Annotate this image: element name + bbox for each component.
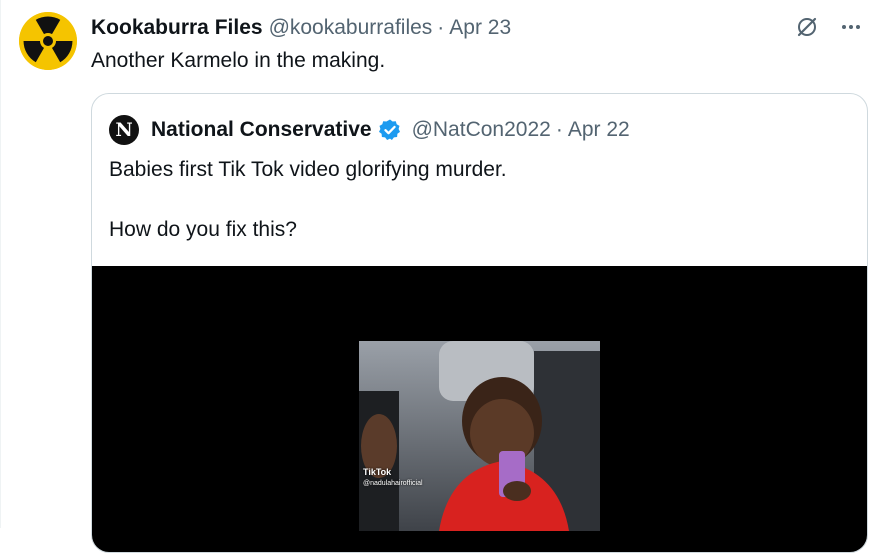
tweet-actions xyxy=(792,12,866,42)
quoted-text-line-1: Babies first Tik Tok video glorifying mu… xyxy=(109,158,507,181)
radiation-icon xyxy=(19,12,77,70)
tweet-date[interactable]: Apr 23 xyxy=(449,16,511,40)
author-handle[interactable]: @kookaburrafiles xyxy=(269,16,433,40)
grok-button[interactable] xyxy=(792,12,822,42)
more-icon xyxy=(842,25,860,29)
video-frame-image xyxy=(359,341,600,531)
tiktok-watermark-label: TikTok xyxy=(363,467,392,477)
avatar[interactable] xyxy=(19,12,77,70)
separator-dot: · xyxy=(437,16,445,39)
quoted-tweet[interactable]: N National Conservative @NatCon2022 · Ap… xyxy=(91,93,868,553)
author-name[interactable]: Kookaburra Files xyxy=(91,16,263,40)
verified-icon xyxy=(378,119,400,140)
tiktok-watermark-handle: @nadulahairofficial xyxy=(363,480,423,487)
quoted-avatar[interactable]: N xyxy=(109,115,139,145)
quoted-header: National Conservative @NatCon2022 · Apr … xyxy=(151,116,630,144)
video-thumbnail[interactable]: TikTok @nadulahairofficial xyxy=(359,341,600,531)
quoted-date[interactable]: Apr 22 xyxy=(568,118,630,142)
tweet-header: Kookaburra Files @kookaburrafiles · Apr … xyxy=(91,14,511,42)
video-player[interactable]: TikTok @nadulahairofficial xyxy=(92,266,867,552)
tiktok-watermark: TikTok @nadulahairofficial xyxy=(363,467,423,489)
verified-badge xyxy=(378,118,402,142)
quoted-text-line-2: How do you fix this? xyxy=(109,218,297,241)
more-button[interactable] xyxy=(836,12,866,42)
quoted-separator-dot: · xyxy=(555,118,563,141)
tweet-text: Another Karmelo in the making. xyxy=(91,49,386,72)
grok-icon xyxy=(797,17,817,37)
tweet[interactable]: Kookaburra Files @kookaburrafiles · Apr … xyxy=(0,0,874,553)
quoted-author-handle[interactable]: @NatCon2022 xyxy=(412,118,551,142)
quoted-author-name[interactable]: National Conservative xyxy=(151,118,372,142)
